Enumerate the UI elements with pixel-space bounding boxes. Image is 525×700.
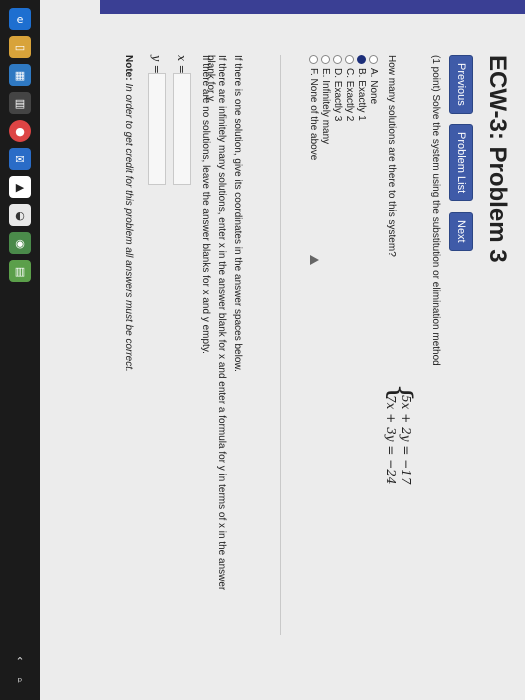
problem-list-button[interactable]: Problem List	[449, 124, 473, 202]
equation-system: { 5x + 2y = −17 7x + 3y = −24	[383, 383, 418, 485]
mouse-cursor-icon	[310, 255, 319, 265]
option-e[interactable]: E. Infinitely many	[320, 55, 331, 144]
radio-option-b[interactable]	[357, 55, 366, 64]
note-prefix: Note:	[123, 55, 134, 81]
browser-page: ECW-3: Problem 3 Previous Problem List N…	[40, 0, 525, 700]
problem-body: (1 point) Solve the system using the sub…	[0, 55, 441, 635]
option-b-label: B. Exactly 1	[356, 68, 367, 121]
note-text: In order to get credit for this problem …	[123, 83, 134, 372]
radio-option-c[interactable]	[345, 55, 354, 64]
previous-button[interactable]: Previous	[449, 55, 473, 114]
option-f-label: F. None of the above	[308, 68, 319, 161]
option-f[interactable]: F. None of the above	[308, 55, 319, 160]
radio-option-a[interactable]	[369, 55, 378, 64]
radio-option-e[interactable]	[321, 55, 330, 64]
option-a[interactable]: A. None	[368, 55, 379, 104]
y-answer-label: y =	[150, 55, 163, 74]
radio-option-d[interactable]	[333, 55, 342, 64]
next-button[interactable]: Next	[449, 212, 473, 251]
instruction-none: If there are no solutions, leave the ans…	[200, 55, 211, 354]
divider	[280, 55, 281, 635]
y-answer-input[interactable]	[148, 73, 166, 185]
option-c[interactable]: C. Exactly 2	[344, 55, 355, 121]
edge-icon[interactable]: e	[9, 8, 31, 30]
problem-statement: (1 point) Solve the system using the sub…	[430, 55, 441, 366]
question-text: How many solutions are there to this sys…	[386, 55, 397, 257]
option-c-label: C. Exactly 2	[344, 68, 355, 122]
note: Note: In order to get credit for this pr…	[123, 55, 134, 372]
brace-icon: {	[383, 383, 418, 403]
x-answer-input[interactable]	[173, 73, 191, 185]
option-d[interactable]: D. Exactly 3	[332, 55, 343, 121]
x-answer-label: x =	[175, 55, 188, 74]
page-title: ECW-3: Problem 3	[484, 55, 511, 263]
equation-2: 7x + 3y = −24	[384, 395, 398, 485]
option-d-label: D. Exactly 3	[332, 68, 343, 122]
instruction-one: If there is one solution, give its coord…	[232, 55, 243, 372]
option-b[interactable]: B. Exactly 1	[356, 55, 367, 121]
tray-chevron-icon[interactable]: ⌃	[9, 655, 31, 669]
equation-1: 5x + 2y = −17	[399, 395, 413, 485]
option-e-label: E. Infinitely many	[320, 68, 331, 145]
option-a-label: A. None	[368, 68, 379, 105]
radio-option-f[interactable]	[309, 55, 318, 64]
tray-pen-icon[interactable]: ᵖ	[9, 675, 31, 689]
